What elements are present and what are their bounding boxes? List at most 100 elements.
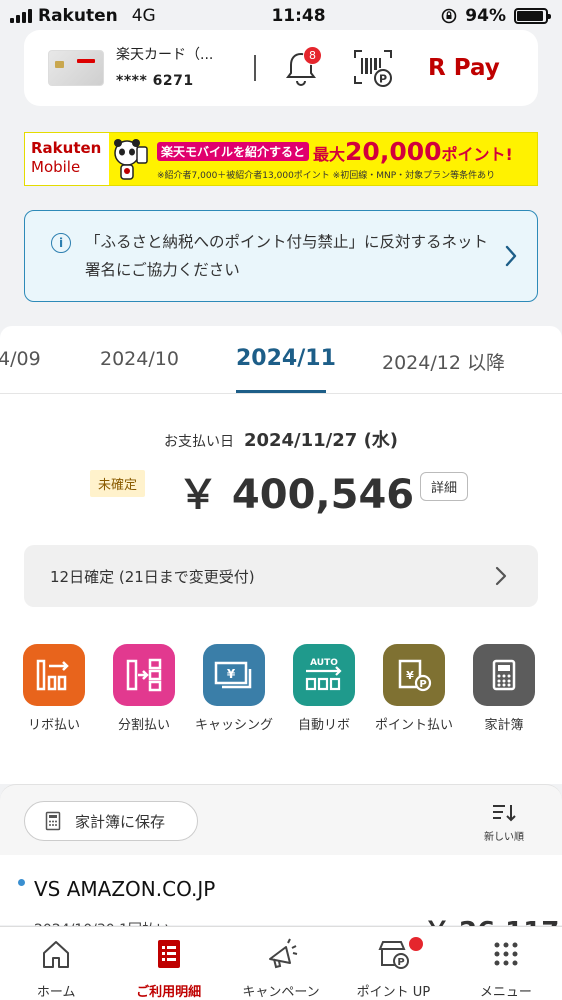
network-label: 4G — [131, 6, 156, 26]
calculator-icon — [45, 811, 61, 831]
tab-2024-10[interactable]: 2024/10 — [100, 348, 179, 370]
nav-label: ホーム — [36, 985, 76, 1000]
chevron-right-icon — [495, 566, 507, 586]
banner-headline: 最大20,000ポイント! — [313, 137, 513, 166]
confirm-date-bar[interactable]: 12日確定 (21日まで変更受付) — [24, 545, 538, 607]
tab-2024-09[interactable]: 4/09 — [0, 348, 41, 370]
cashing-button[interactable]: ¥ キャッシング — [189, 644, 279, 733]
table-row[interactable]: VS AMAZON.CO.JP 2024/10/30 1回払い ￥ 26,117 — [0, 855, 562, 947]
pay-date-value: 2024/11/27 (水) — [243, 430, 399, 451]
tab-2024-12[interactable]: 2024/12 以降 — [382, 348, 505, 375]
action-label: 分割払い — [117, 718, 170, 733]
shop-point-icon: P — [378, 941, 410, 969]
card-number: **** 6271 — [116, 73, 194, 89]
revolving-icon — [23, 644, 85, 706]
svg-text:¥: ¥ — [227, 667, 236, 681]
banner-pill: 楽天モバイルを紹介すると — [157, 142, 310, 161]
status-badge: 未確定 — [90, 470, 146, 497]
banner-fine-print: ※紹介者7,000＋被紹介者13,000ポイント ※初回線・MNP・対象プラン等… — [157, 171, 496, 181]
notice-text: 「ふるさと納税へのポイント付与禁止」に反対するネット署名にご協力ください — [85, 233, 489, 279]
household-book-button[interactable]: 家計簿 — [459, 644, 549, 733]
promo-banner[interactable]: Rakuten Mobile 楽天モバイルを紹介すると 最大20,000ポイント… — [24, 132, 538, 186]
card-thumbnail[interactable] — [48, 50, 104, 86]
save-label: 家計簿に保存 — [75, 812, 166, 831]
svg-text:P: P — [379, 73, 387, 86]
pay-date-label: お支払い日 — [163, 434, 234, 450]
signal-icon — [10, 9, 32, 23]
statement-icon — [157, 940, 180, 968]
nav-label: ポイント UP — [356, 985, 431, 1000]
nav-label: ご利用明細 — [136, 985, 202, 1000]
auto-revolving-icon: AUTO — [293, 644, 355, 706]
auto-revolving-button[interactable]: AUTO 自動リボ — [279, 644, 369, 733]
carrier-label: Rakuten — [38, 6, 118, 26]
bottom-nav: ホーム ご利用明細 キャンペーン P ポイント UP メニュー — [0, 926, 562, 1000]
banner-suffix: ポイント! — [441, 145, 513, 164]
installment-icon — [113, 644, 175, 706]
action-label: ポイント払い — [374, 718, 453, 733]
svg-text:P: P — [419, 679, 426, 690]
payment-date: お支払い日 2024/11/27 (水) — [0, 426, 562, 452]
save-to-household-button[interactable]: 家計簿に保存 — [24, 801, 198, 841]
clock: 11:48 — [271, 6, 326, 26]
nav-home[interactable]: ホーム — [0, 927, 112, 1000]
point-payment-button[interactable]: ¥ P ポイント払い — [369, 644, 459, 733]
transaction-list: 家計簿に保存 新しい順 VS AMAZON.CO.JP 2024/10/30 1… — [0, 784, 562, 947]
barcode-scan-icon: P — [354, 50, 392, 87]
scan-point-button[interactable]: P — [352, 48, 394, 88]
nav-notification-dot — [409, 937, 424, 951]
rakuten-mobile-logo: Rakuten Mobile — [25, 133, 109, 185]
card-name: 楽天カード（... — [116, 47, 214, 63]
sort-label: 新しい順 — [484, 832, 524, 843]
battery-icon — [514, 8, 551, 24]
home-icon — [43, 941, 70, 968]
notification-button[interactable]: 8 — [284, 46, 322, 88]
action-grid: リボ払い 分割払い ¥ キャッシング AUTO 自動リボ ¥P ポイント払い — [0, 644, 562, 744]
petition-notice[interactable]: i 「ふるさと納税へのポイント付与禁止」に反対するネット署名にご協力ください — [24, 210, 538, 302]
nav-campaign[interactable]: キャンペーン — [225, 927, 337, 1000]
sort-icon — [493, 805, 516, 822]
orientation-lock-icon — [441, 8, 457, 24]
unread-dot — [18, 879, 25, 886]
tab-2024-11[interactable]: 2024/11 — [236, 346, 336, 371]
action-label: 自動リボ — [297, 718, 350, 733]
chevron-right-icon — [505, 245, 517, 267]
card-header: 楽天カード（... **** 6271 8 P R Pay — [24, 30, 538, 106]
svg-text:¥: ¥ — [406, 669, 414, 682]
panda-mascot-icon — [111, 137, 151, 181]
installment-button[interactable]: 分割払い — [99, 644, 189, 733]
banner-prefix: 最大 — [313, 145, 346, 164]
point-payment-icon: ¥ P — [383, 644, 445, 706]
confirm-text: 12日確定 (21日まで変更受付) — [50, 567, 255, 586]
nav-statement[interactable]: ご利用明細 — [112, 927, 224, 1000]
calculator-icon — [473, 644, 535, 706]
revolving-button[interactable]: リボ払い — [9, 644, 99, 733]
nav-point-up[interactable]: P ポイント UP — [337, 927, 449, 1000]
nav-menu[interactable]: メニュー — [450, 927, 562, 1000]
merchant-name: VS AMAZON.CO.JP — [34, 877, 216, 901]
megaphone-icon — [269, 938, 298, 969]
rpay-button[interactable]: R Pay — [428, 55, 500, 81]
divider — [254, 55, 256, 81]
cash-icon: ¥ — [203, 644, 265, 706]
action-label: キャッシング — [194, 718, 273, 733]
month-tabs: 4/09 2024/10 2024/11 2024/12 以降 — [0, 326, 562, 394]
detail-button[interactable]: 詳細 — [420, 472, 469, 501]
payment-amount: ￥ 400,546 — [178, 472, 415, 518]
sort-button[interactable]: 新しい順 — [474, 803, 534, 843]
status-bar: Rakuten 4G 11:48 94% — [0, 0, 562, 32]
banner-brand-line1: Rakuten — [31, 139, 102, 157]
info-icon: i — [51, 233, 71, 253]
banner-brand-line2: Mobile — [31, 158, 81, 176]
notification-badge: 8 — [303, 46, 322, 65]
grid-menu-icon — [494, 942, 518, 966]
action-label: 家計簿 — [484, 718, 524, 733]
active-tab-indicator — [236, 390, 326, 393]
nav-label: キャンペーン — [242, 985, 320, 1000]
svg-text:P: P — [398, 957, 405, 968]
auto-tag: AUTO — [310, 658, 338, 668]
statement-summary: お支払い日 2024/11/27 (水) 未確定 ￥ 400,546 詳細 12日… — [0, 394, 562, 784]
battery-percent: 94% — [465, 6, 506, 26]
card-info[interactable]: 楽天カード（... **** 6271 — [116, 42, 236, 94]
action-label: リボ払い — [27, 718, 80, 733]
